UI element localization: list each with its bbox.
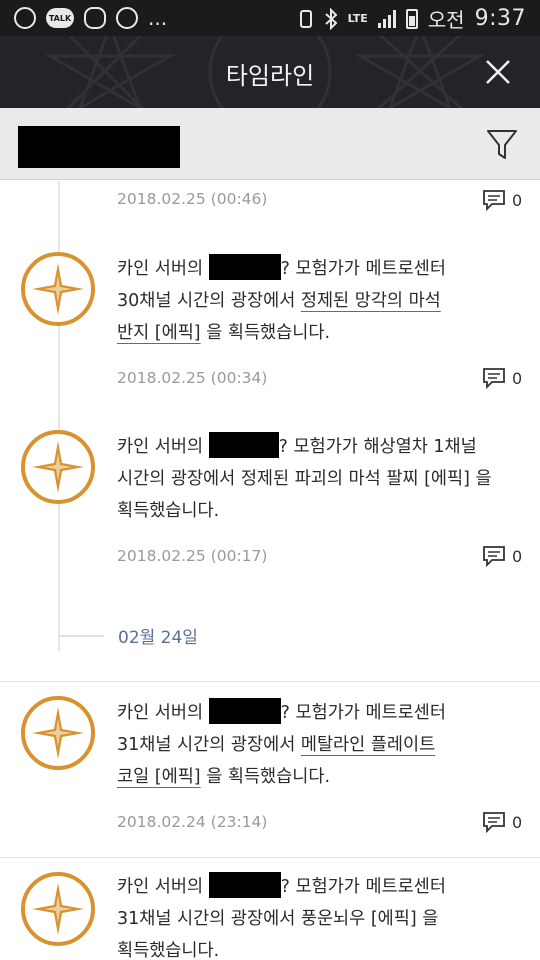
- lte-indicator: LTE: [347, 12, 368, 25]
- more-notifications: ...: [148, 6, 168, 30]
- section-divider: [0, 857, 540, 858]
- entry-message: 카인 서버의 ? 모험가가 메트로센터 31채널 시간의 광장에서 풍운뇌우 […: [117, 871, 517, 960]
- section-divider: [0, 681, 540, 682]
- date-separator: 02월 24일: [60, 623, 198, 648]
- entry-message: 카인 서버의 ? 모험가가 메트로센터 30채널 시간의 광장에서 정제된 망각…: [117, 253, 517, 349]
- item-name[interactable]: 반지 [에픽]: [117, 323, 201, 343]
- signal-icon: [377, 9, 396, 28]
- message-text: 을 획득했습니다.: [200, 323, 331, 343]
- comment-count: 0: [512, 546, 523, 566]
- entry-date: 2018.02.25 (00:46): [117, 190, 268, 208]
- kakaotalk-icon: TALK: [46, 8, 74, 28]
- redacted-name: [208, 254, 281, 280]
- message-text: 카인 서버의: [117, 259, 209, 279]
- timeline-entry[interactable]: 카인 서버의 ? 모험가가 메트로센터 30채널 시간의 광장에서 정제된 망각…: [0, 241, 540, 401]
- timeline-entry[interactable]: 카인 서버의 ? 모험가가 메트로센터 31채널 시간의 광장에서 메탈라인 플…: [0, 683, 540, 855]
- comment-count: 0: [512, 190, 523, 210]
- comment-icon: [483, 812, 505, 833]
- timeline-entry[interactable]: 카인 서버의 ? 모험가가 메트로센터 31채널 시간의 광장에서 풍운뇌우 […: [0, 859, 540, 960]
- close-icon[interactable]: [484, 58, 512, 86]
- app-header: 타임라인: [0, 36, 540, 108]
- comment-button[interactable]: 0: [482, 545, 522, 567]
- comment-button[interactable]: 0: [482, 811, 522, 833]
- status-bar: TALK ... LTE 오전 9:37: [0, 0, 540, 36]
- redacted-character-name: [18, 126, 180, 168]
- message-text: 31채널 시간의 광장에서 풍운뇌우 [에픽] 을: [117, 909, 439, 929]
- comment-icon: [483, 190, 505, 211]
- entry-date: 2018.02.24 (23:14): [117, 813, 268, 831]
- compass-star-icon: [21, 872, 95, 946]
- redacted-name: [208, 698, 281, 724]
- compass-star-icon: [21, 430, 95, 504]
- compass-star-icon: [21, 252, 95, 326]
- bluetooth-icon: [324, 7, 338, 30]
- clock: 9:37: [474, 6, 526, 31]
- message-text: 획득했습니다.: [117, 941, 220, 960]
- item-name[interactable]: 정제된 망각의 마석: [301, 291, 441, 311]
- redacted-name: [208, 872, 281, 898]
- timeline-list[interactable]: 2018.02.25 (00:46) 0 카인 서버의 ? 모험가가 메트로센터…: [0, 181, 540, 960]
- comment-count: 0: [512, 368, 523, 388]
- filter-bar: [0, 108, 540, 180]
- message-text: 카인 서버의: [117, 437, 209, 457]
- message-text: ? 모험가가 메트로센터: [280, 259, 446, 279]
- redacted-name: [208, 432, 279, 458]
- weather-icon: [84, 7, 106, 29]
- timeline-entry: 2018.02.25 (00:46) 0: [0, 181, 540, 221]
- message-text: ? 모험가가 메트로센터: [280, 877, 446, 897]
- comment-icon: [483, 546, 505, 567]
- message-text: 획득했습니다.: [117, 501, 220, 521]
- message-text: 시간의 광장에서 정제된 파괴의 마석 팔찌 [에픽] 을: [117, 469, 492, 489]
- message-text: 31채널 시간의 광장에서: [117, 735, 301, 755]
- message-text: 을 획득했습니다.: [200, 767, 331, 787]
- comment-button[interactable]: 0: [482, 189, 522, 211]
- vibrate-icon: [299, 9, 312, 28]
- message-text: 카인 서버의: [117, 877, 209, 897]
- separator-date: 02월 24일: [118, 628, 198, 648]
- message-text: 30채널 시간의 광장에서: [117, 291, 301, 311]
- sync-icon: [116, 7, 138, 29]
- message-text: ? 모험가가 해상열차 1채널: [278, 437, 477, 457]
- item-name[interactable]: 메탈라인 플레이트: [301, 735, 435, 755]
- separator-tick: [60, 634, 104, 637]
- compass-star-icon: [21, 696, 95, 770]
- app-notification-icon: [14, 7, 36, 29]
- timeline-entry[interactable]: 카인 서버의 ? 모험가가 해상열차 1채널 시간의 광장에서 정제된 파괴의 …: [0, 419, 540, 579]
- battery-icon: [405, 8, 418, 29]
- comment-count: 0: [512, 812, 523, 832]
- ampm-label: 오전: [427, 8, 465, 32]
- entry-date: 2018.02.25 (00:34): [117, 369, 268, 387]
- message-text: ? 모험가가 메트로센터: [280, 703, 446, 723]
- message-text: 카인 서버의: [117, 703, 209, 723]
- entry-message: 카인 서버의 ? 모험가가 메트로센터 31채널 시간의 광장에서 메탈라인 플…: [117, 697, 517, 793]
- comment-icon: [483, 368, 505, 389]
- item-name[interactable]: 코일 [에픽]: [117, 767, 201, 787]
- entry-message: 카인 서버의 ? 모험가가 해상열차 1채널 시간의 광장에서 정제된 파괴의 …: [117, 431, 517, 527]
- filter-icon[interactable]: [486, 128, 518, 162]
- page-title: 타임라인: [225, 62, 315, 90]
- comment-button[interactable]: 0: [482, 367, 522, 389]
- entry-date: 2018.02.25 (00:17): [117, 547, 268, 565]
